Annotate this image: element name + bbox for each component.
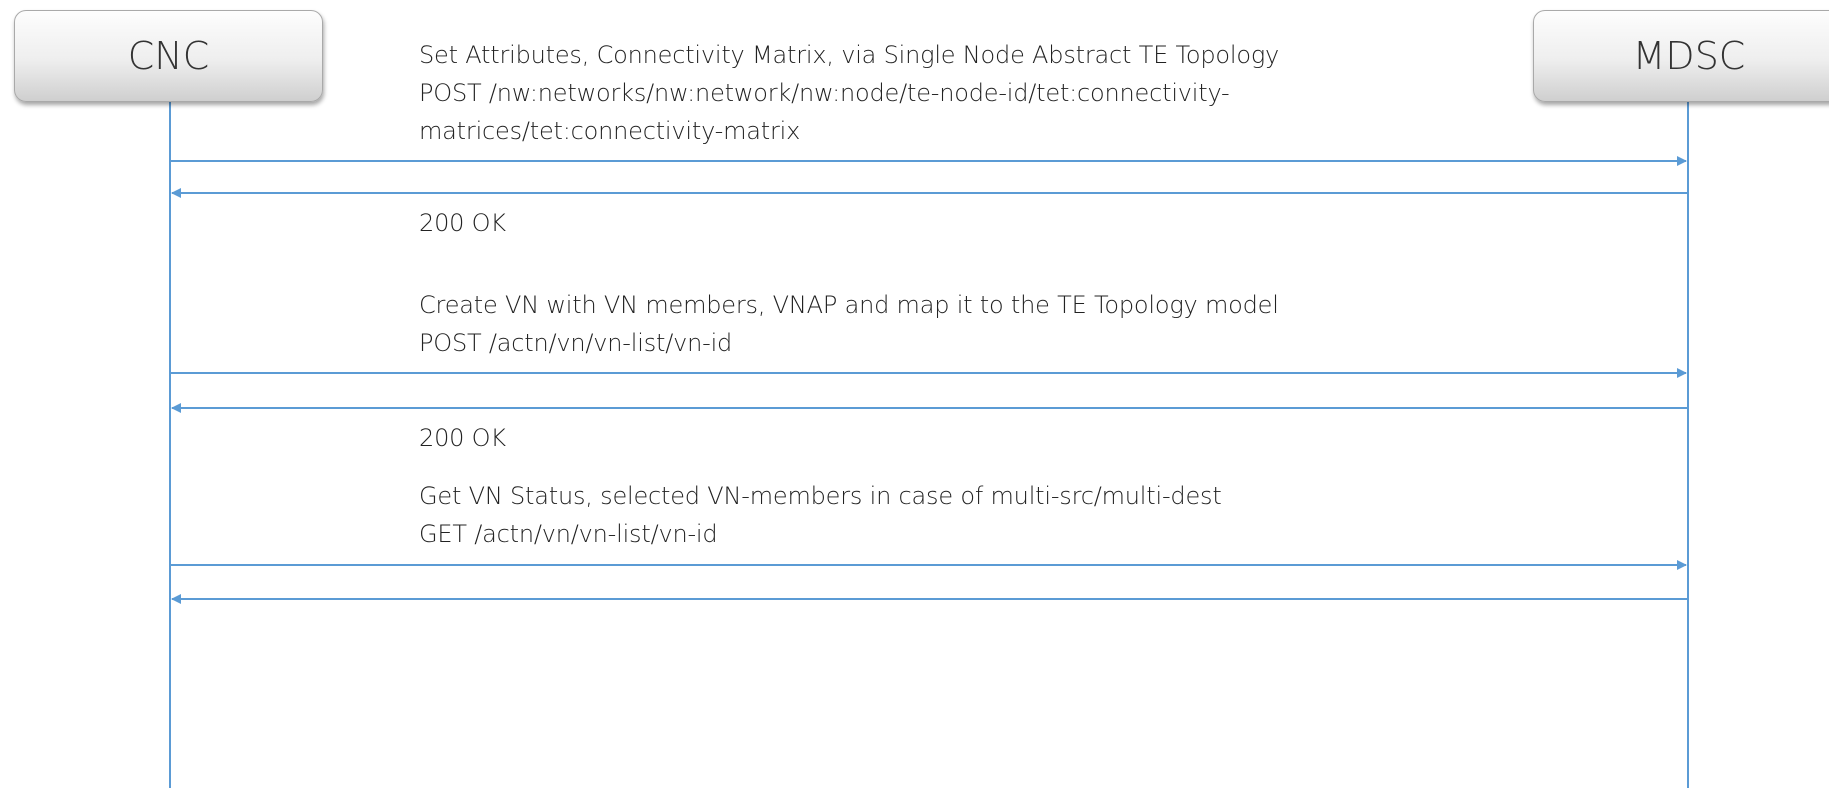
message-label-line: GET /actn/vn/vn-list/vn-id [419, 520, 718, 548]
message-label-line: Get VN Status, selected VN-members in ca… [419, 482, 1222, 510]
message-label-line: matrices/tet:connectivity-matrix [419, 117, 801, 145]
message-label-2: 200 OK [419, 204, 506, 242]
actor-mdsc: MDSC [1533, 10, 1829, 102]
message-label-3: Create VN with VN members, VNAP and map … [419, 286, 1279, 362]
message-label-5: Get VN Status, selected VN-members in ca… [419, 477, 1222, 553]
message-label-line: POST /nw:networks/nw:network/nw:node/te-… [419, 79, 1230, 107]
message-label-line: POST /actn/vn/vn-list/vn-id [419, 329, 733, 357]
message-label-1: Set Attributes, Connectivity Matrix, via… [419, 36, 1279, 150]
message-label-line: Create VN with VN members, VNAP and map … [419, 291, 1279, 319]
actor-mdsc-label: MDSC [1632, 34, 1746, 78]
actor-cnc-label: CNC [127, 34, 210, 78]
sequence-diagram: CNC MDSC Set Attributes, Connectivity Ma… [0, 0, 1829, 788]
message-label-line: 200 OK [419, 209, 506, 237]
message-label-line: Set Attributes, Connectivity Matrix, via… [419, 41, 1280, 69]
actor-cnc: CNC [14, 10, 323, 102]
message-label-4: 200 OK [419, 419, 506, 457]
message-label-line: 200 OK [419, 424, 506, 452]
